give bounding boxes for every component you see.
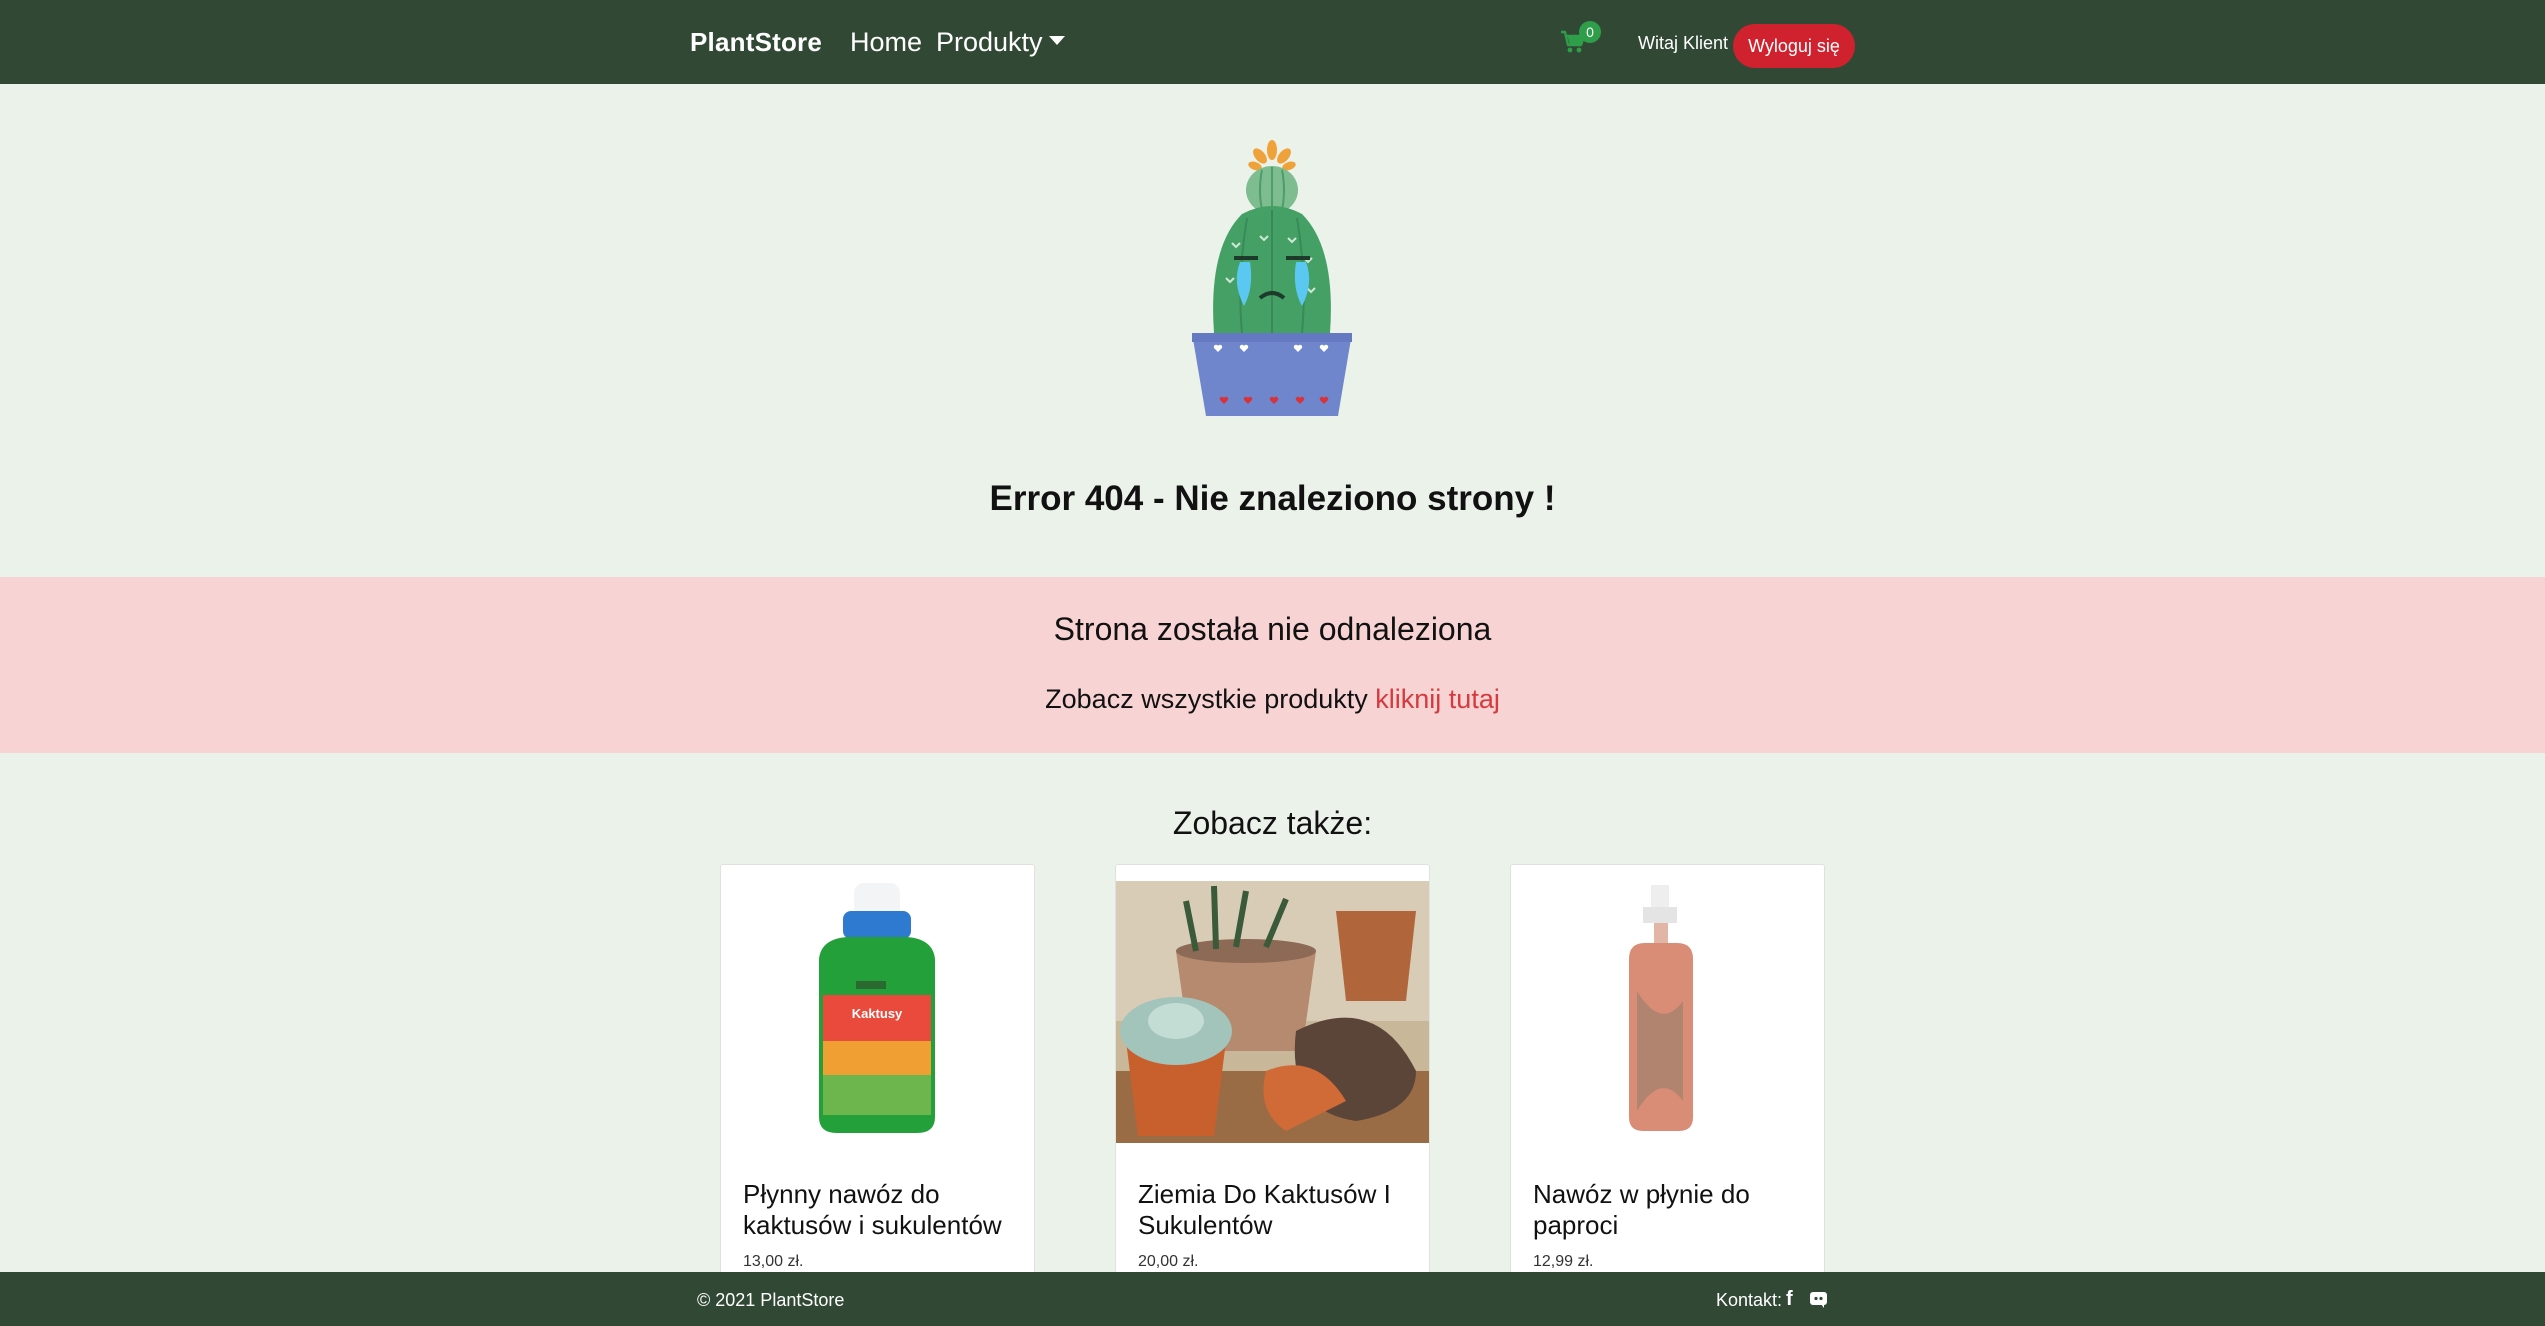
product-name[interactable]: Płynny nawóz do kaktusów i sukulentów <box>743 1179 1018 1241</box>
product-name[interactable]: Ziemia Do Kaktusów I Sukulentów <box>1138 1179 1413 1241</box>
copyright-text: © 2021 PlantStore <box>697 1290 845 1310</box>
facebook-icon[interactable]: f <box>1786 1288 1800 1310</box>
sad-cactus-illustration <box>1192 138 1352 420</box>
alert-text-row: Zobacz wszystkie produkty kliknij tutaj <box>0 684 2545 715</box>
product-price: 20,00 zł. <box>1138 1253 1199 1270</box>
product-image-fertilizer-cactus[interactable]: Kaktusy <box>721 881 1034 1143</box>
product-card[interactable]: Kaktusy Płynny nawóz do kaktusów i sukul… <box>720 864 1035 1284</box>
cart-count-badge: 0 <box>1579 21 1601 43</box>
nav-home-link[interactable]: Home <box>850 27 922 58</box>
navbar: PlantStore Home Produkty 0 Witaj Klient … <box>0 0 2545 84</box>
not-found-alert: Strona została nie odnaleziona Zobacz ws… <box>0 577 2545 753</box>
product-image-soil[interactable] <box>1116 881 1429 1143</box>
alert-heading: Strona została nie odnaleziona <box>1053 611 1492 647</box>
alert-text: Zobacz wszystkie produkty <box>1045 684 1368 714</box>
brand-logo[interactable]: PlantStore <box>690 27 822 58</box>
product-card[interactable]: Nawóz w płynie do paproci 12,99 zł. <box>1510 864 1825 1284</box>
logout-button[interactable]: Wyloguj się <box>1733 24 1855 68</box>
product-card[interactable]: Ziemia Do Kaktusów I Sukulentów 20,00 zł… <box>1115 864 1430 1284</box>
discord-icon[interactable] <box>1810 1292 1827 1308</box>
welcome-text: Witaj Klient <box>1638 33 1729 53</box>
nav-products-label: Produkty <box>936 27 1043 57</box>
product-price: 13,00 zł. <box>743 1253 804 1270</box>
footer: © 2021 PlantStore Kontakt: f <box>0 1272 2545 1326</box>
all-products-link[interactable]: kliknij tutaj <box>1375 684 1500 714</box>
svg-text:Kaktusy: Kaktusy <box>852 1006 903 1021</box>
contact-label: Kontakt: <box>1716 1290 1783 1310</box>
product-name[interactable]: Nawóz w płynie do paproci <box>1533 1179 1808 1241</box>
product-price: 12,99 zł. <box>1533 1253 1594 1270</box>
nav-products-dropdown[interactable]: Produkty <box>936 27 1065 58</box>
see-also-title: Zobacz także: <box>1172 805 1373 841</box>
caret-down-icon <box>1048 36 1065 46</box>
product-image-fern-spray[interactable] <box>1511 881 1824 1143</box>
error-title: Error 404 - Nie znaleziono strony ! <box>989 479 1556 518</box>
